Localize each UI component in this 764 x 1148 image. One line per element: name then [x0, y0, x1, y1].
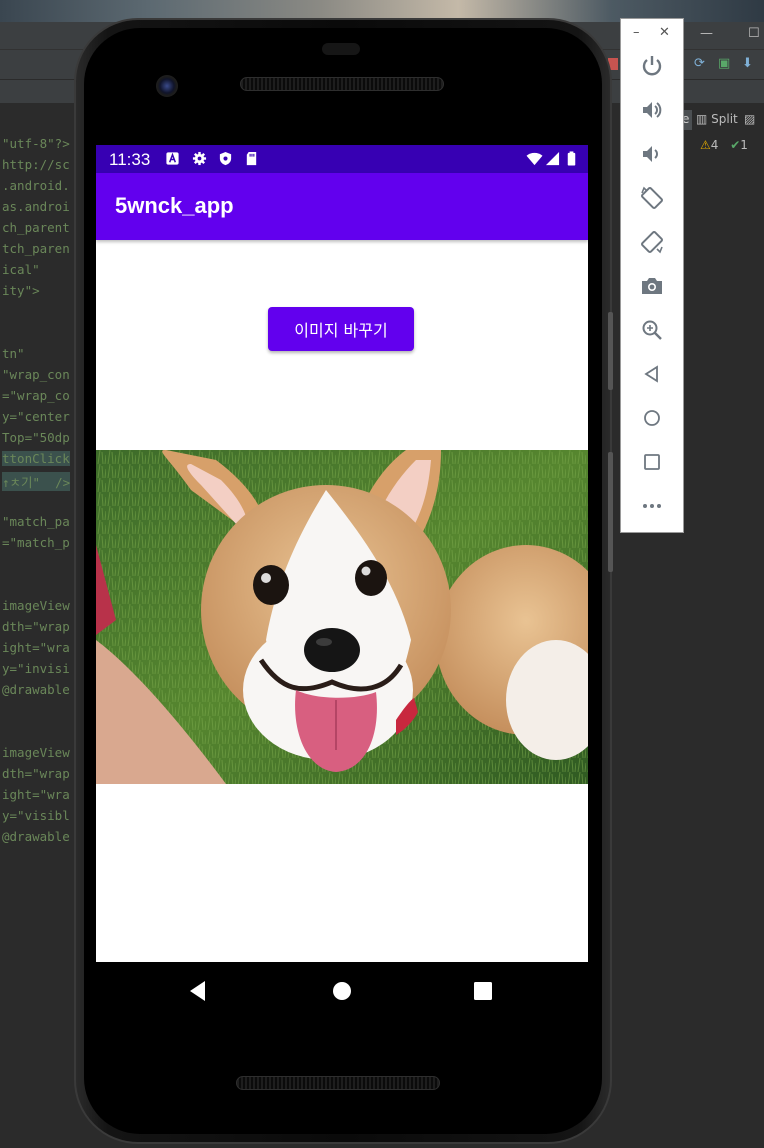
code-line: tn" [2, 346, 25, 361]
device-screen: 11:33 5wnck_app 이미지 바꾸기 [96, 145, 588, 962]
code-line: ical" [2, 262, 40, 277]
warning-count: 4 [710, 138, 719, 152]
zoom-icon[interactable] [639, 317, 665, 343]
code-line: "wrap_con [2, 367, 70, 382]
code-line: dth="wrap [2, 766, 70, 781]
code-line: Top="50dp [2, 430, 70, 445]
sd-card-icon [246, 151, 257, 166]
emulator-toolbar: – ✕ [620, 18, 684, 533]
home-icon[interactable] [639, 405, 665, 431]
ok-count: 1 [740, 138, 748, 152]
overview-icon[interactable] [639, 449, 665, 475]
power-icon[interactable] [639, 53, 665, 79]
settings-gear-icon [192, 151, 207, 166]
corgi-puppy-image [96, 450, 588, 784]
cell-signal-icon [545, 151, 560, 166]
status-bar: 11:33 [96, 145, 588, 173]
change-image-button[interactable]: 이미지 바꾸기 [268, 307, 414, 351]
code-line: ="match_p [2, 535, 70, 550]
ide-window-controls: — ☐ [686, 22, 764, 50]
front-camera [156, 75, 178, 97]
ide-sdk-icon[interactable]: ⬇ [742, 56, 753, 71]
battery-icon [567, 151, 576, 166]
code-line: ↑ㅊ기" /> [2, 472, 71, 491]
ide-design-tab-icon[interactable]: ▨ [744, 112, 755, 126]
shield-icon [219, 151, 232, 166]
ide-inspection-status[interactable]: ⚠4 ✔1 [700, 138, 748, 152]
ide-device-icon[interactable]: ▣ [718, 56, 730, 71]
power-side-button [608, 452, 613, 572]
code-line: y="visibl [2, 808, 70, 823]
code-line: .android. [2, 178, 70, 193]
emulator-close-icon[interactable]: ✕ [659, 25, 670, 40]
nav-home-icon[interactable] [330, 979, 354, 1003]
check-icon: ✔ [730, 138, 741, 152]
font-a-icon [166, 152, 179, 165]
corgi-illustration [96, 450, 588, 784]
code-line: as.androi [2, 199, 70, 214]
rotate-left-icon[interactable] [639, 185, 665, 211]
code-line: ight="wra [2, 640, 70, 655]
earpiece-speaker [240, 77, 444, 91]
ide-view-switcher: e ▥ Split ▨ [682, 108, 764, 132]
volume-side-button [608, 312, 613, 390]
app-title: 5wnck_app [115, 193, 234, 218]
ide-sync-icon[interactable]: ⟳ [694, 56, 705, 71]
nav-back-icon[interactable] [186, 979, 210, 1003]
code-line: "match_pa [2, 514, 70, 529]
nav-overview-icon[interactable] [471, 979, 495, 1003]
code-line: @drawable [2, 682, 70, 697]
code-line: y="invisi [2, 661, 70, 676]
app-bar: 5wnck_app [96, 173, 588, 240]
code-line: y="center [2, 409, 70, 424]
back-icon[interactable] [639, 361, 665, 387]
code-line: http://sc [2, 157, 70, 172]
ide-split-label: Split [711, 112, 738, 126]
more-icon[interactable] [639, 493, 665, 519]
wifi-icon [526, 152, 543, 166]
code-line: tch_paren [2, 241, 70, 256]
ide-split-tab[interactable]: ▥ Split [696, 112, 738, 126]
volume-down-icon[interactable] [639, 141, 665, 167]
code-line: imageView [2, 598, 70, 613]
proximity-sensor [322, 43, 360, 55]
bottom-speaker [236, 1076, 440, 1090]
ide-maximize-icon[interactable]: ☐ [748, 26, 760, 41]
code-line: "utf-8"?> [2, 136, 70, 151]
status-time: 11:33 [109, 150, 151, 169]
volume-up-icon[interactable] [639, 97, 665, 123]
code-line: ight="wra [2, 787, 70, 802]
emulator-minimize-icon[interactable]: – [633, 25, 640, 40]
code-line: ttonClick [2, 451, 70, 466]
code-line: dth="wrap [2, 619, 70, 634]
ide-toolbar-icons: ⟳ ▣ ⬇ [684, 54, 764, 76]
navigation-bar [96, 962, 588, 1020]
code-line: ity"> [2, 283, 40, 298]
warning-icon: ⚠ [700, 138, 711, 152]
ide-minimize-icon[interactable]: — [700, 26, 713, 41]
code-line: ="wrap_co [2, 388, 70, 403]
code-line: ch_parent [2, 220, 70, 235]
code-line: imageView [2, 745, 70, 760]
code-line: @drawable [2, 829, 70, 844]
camera-icon[interactable] [639, 273, 665, 299]
rotate-right-icon[interactable] [639, 229, 665, 255]
